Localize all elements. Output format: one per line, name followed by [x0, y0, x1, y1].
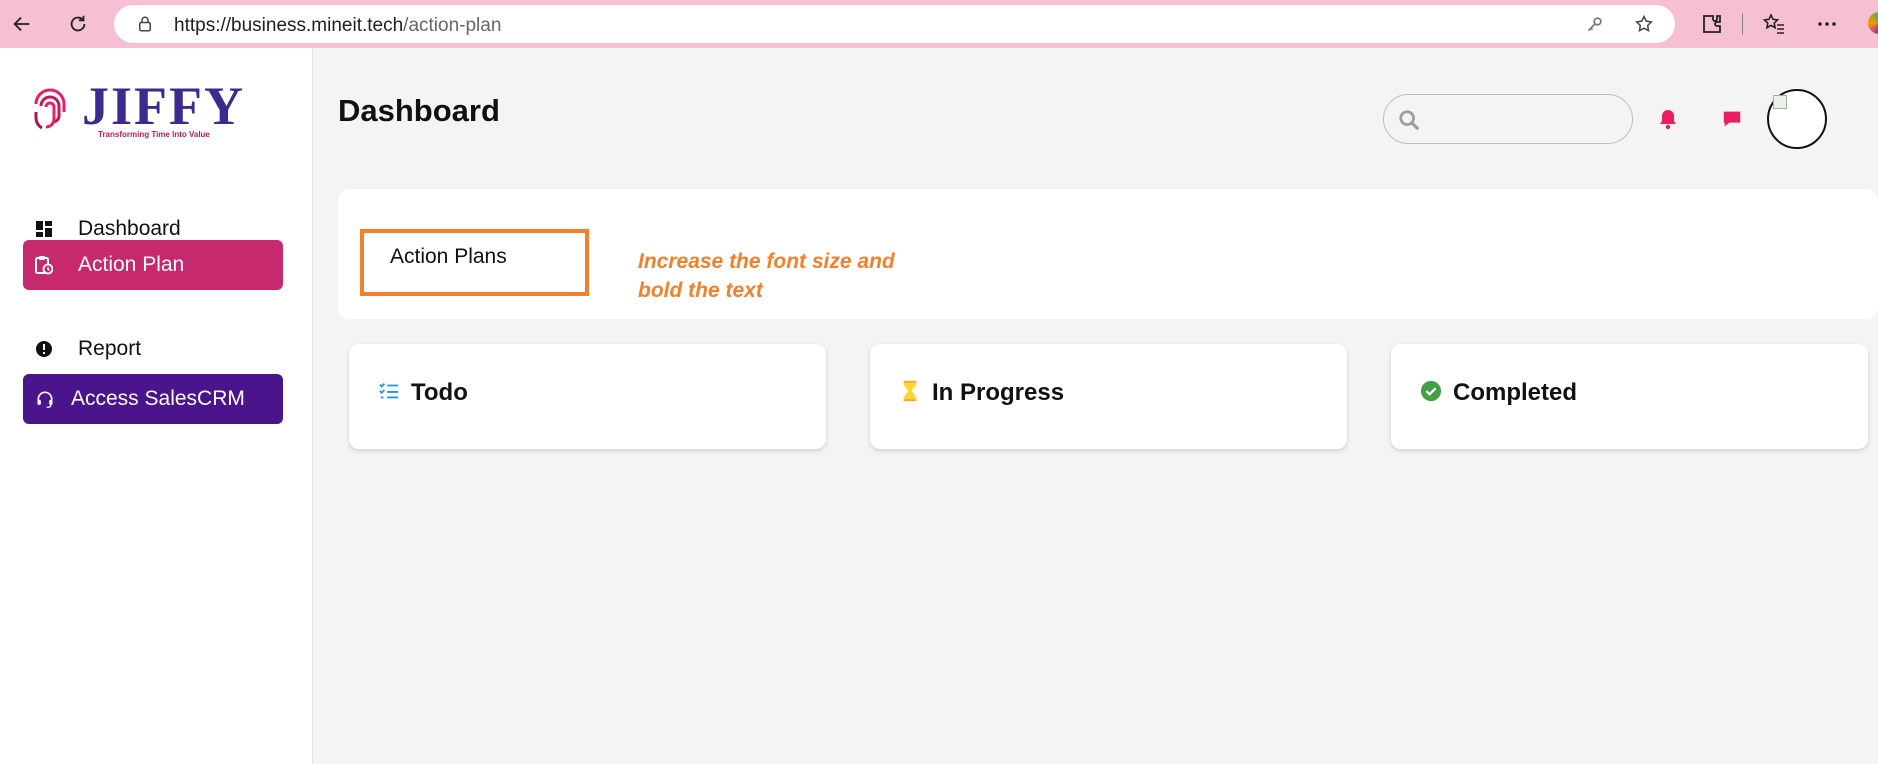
logo: JIFFY Transforming Time Into Value	[28, 78, 243, 139]
sidebar-item-label: Dashboard	[78, 217, 181, 240]
back-button[interactable]	[8, 10, 36, 38]
grid-icon	[35, 220, 53, 238]
in-progress-column-card[interactable]: In Progress	[870, 344, 1347, 449]
column-title: In Progress	[932, 379, 1065, 406]
favorites-icon[interactable]	[1762, 12, 1786, 36]
bell-icon[interactable]	[1656, 107, 1680, 131]
lock-icon	[139, 16, 151, 32]
url-text: https://business.mineit.tech/action-plan	[174, 15, 501, 37]
sidebar-item-report[interactable]: Report	[23, 324, 283, 374]
sidebar-item-label: Action Plan	[78, 253, 185, 276]
annotation-highlight-box: Action Plans	[360, 229, 589, 296]
hourglass-icon	[903, 380, 917, 402]
url-path: /action-plan	[403, 15, 502, 36]
url-host: https://business.mineit.tech	[174, 15, 404, 36]
completed-column-card[interactable]: Completed	[1391, 344, 1868, 449]
check-circle-icon	[1420, 380, 1442, 402]
chat-icon[interactable]	[1721, 108, 1743, 130]
logo-name: JIFFY	[82, 76, 245, 136]
annotation-note: Increase the font size and bold the text	[638, 250, 895, 302]
broken-image-icon	[1773, 95, 1787, 109]
alert-circle-icon	[35, 340, 53, 358]
copilot-icon[interactable]	[1868, 12, 1878, 34]
column-title: Completed	[1453, 379, 1578, 406]
avatar[interactable]	[1767, 89, 1827, 149]
action-plans-header-card: Action Plans Increase the font size and …	[338, 189, 1878, 319]
access-salescrm-button[interactable]: Access SalesCRM	[23, 374, 283, 424]
toolbar-divider	[1742, 13, 1743, 35]
page-title: Dashboard	[338, 93, 500, 128]
sidebar-item-action-plan[interactable]: Action Plan	[23, 240, 283, 290]
extensions-icon[interactable]	[1700, 12, 1724, 36]
action-plans-label: Action Plans	[390, 245, 507, 268]
sidebar-item-label: Report	[78, 337, 142, 360]
search-icon	[1399, 110, 1419, 130]
sidebar: JIFFY Transforming Time Into Value Dashb…	[0, 48, 313, 764]
key-icon[interactable]	[1585, 14, 1605, 34]
clipboard-clock-icon	[35, 256, 53, 275]
crm-button-label: Access SalesCRM	[71, 387, 245, 410]
column-title: Todo	[411, 379, 468, 406]
search-input[interactable]	[1383, 94, 1633, 144]
more-icon[interactable]	[1815, 12, 1839, 36]
logo-tagline: Transforming Time Into Value	[98, 130, 210, 139]
address-bar[interactable]: https://business.mineit.tech/action-plan	[114, 5, 1675, 43]
todo-column-card[interactable]: Todo	[349, 344, 826, 449]
fingerprint-logo-icon	[34, 88, 66, 130]
star-icon[interactable]	[1634, 14, 1654, 34]
checklist-icon	[379, 383, 399, 399]
headset-icon	[37, 391, 53, 408]
browser-toolbar: https://business.mineit.tech/action-plan	[0, 0, 1878, 48]
reload-icon	[70, 15, 86, 32]
reload-button[interactable]	[64, 10, 92, 38]
arrow-left-icon	[13, 16, 30, 32]
